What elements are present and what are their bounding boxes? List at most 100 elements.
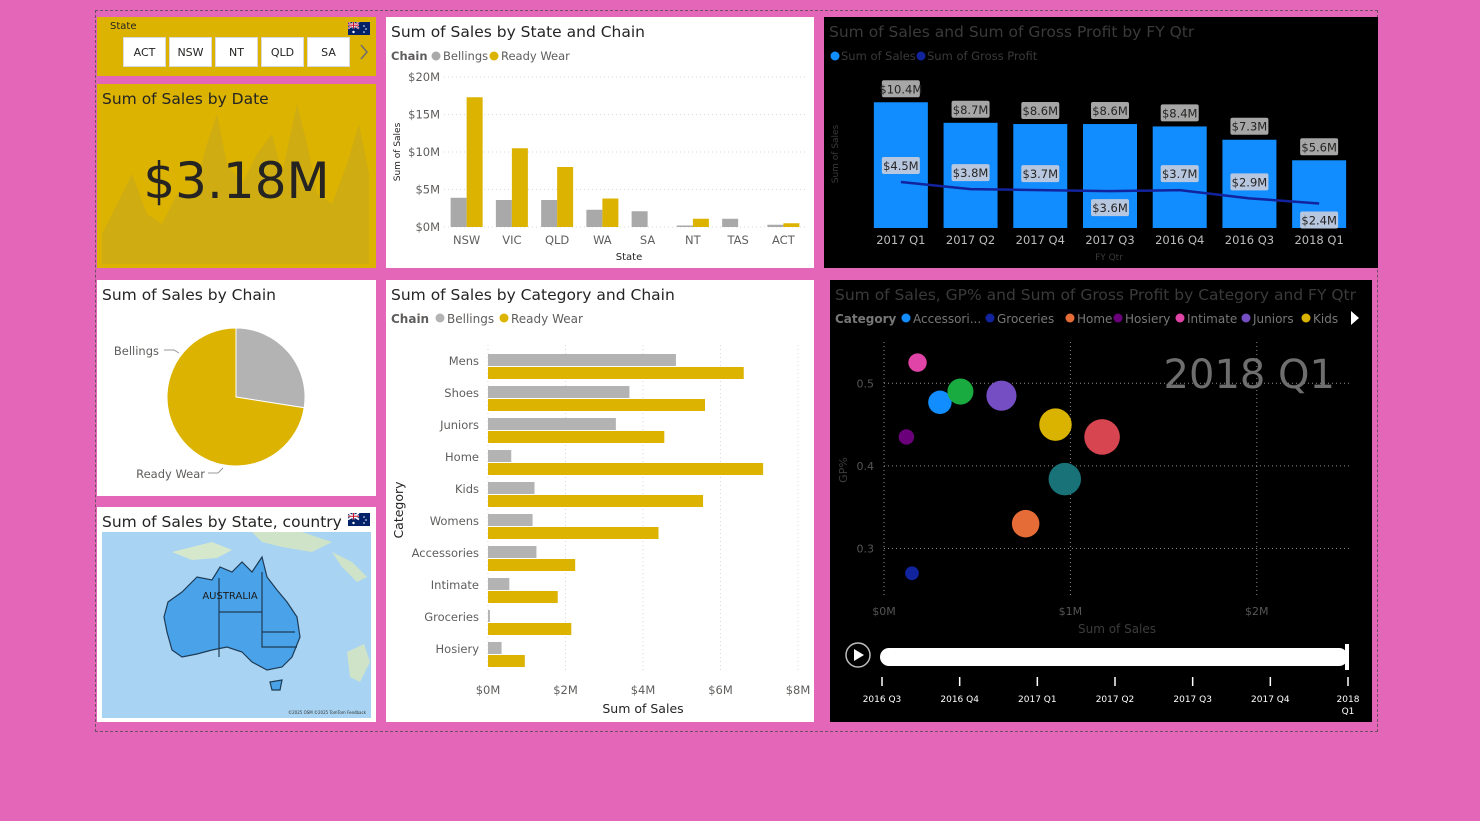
slicer-item-nt[interactable]: NT bbox=[215, 37, 258, 67]
bar-juniors-ready-wear[interactable] bbox=[488, 431, 665, 443]
x-tick-label: NT bbox=[685, 233, 702, 247]
bar-vic-ready-wear[interactable] bbox=[511, 148, 528, 227]
legend-item[interactable]: Bellings bbox=[447, 312, 494, 326]
scatter-point-intimate[interactable] bbox=[908, 353, 927, 372]
bar-mens-ready-wear[interactable] bbox=[488, 367, 744, 379]
x-tick-label: 2016 Q4 bbox=[1155, 233, 1204, 247]
scatter-point-kids[interactable] bbox=[1039, 408, 1072, 441]
bar-wa-ready-wear[interactable] bbox=[602, 198, 619, 228]
legend-item[interactable]: Bellings bbox=[443, 49, 488, 63]
y-tick-label: $20M bbox=[408, 70, 440, 84]
australia-map[interactable]: AUSTRALIA ©2025 OSM ©2025 TomTom Feedbac… bbox=[102, 532, 371, 718]
scatter-point-groceries2[interactable] bbox=[947, 378, 974, 405]
bar-kids-bellings[interactable] bbox=[488, 482, 535, 494]
slicer-item-qld[interactable]: QLD bbox=[261, 37, 304, 67]
bar-juniors-bellings[interactable] bbox=[488, 418, 616, 430]
x-axis-title: FY Qtr bbox=[1095, 253, 1123, 263]
pie-slice-bellings[interactable] bbox=[235, 327, 306, 409]
legend-item[interactable]: Sum of Sales bbox=[841, 49, 916, 63]
bar-home-bellings[interactable] bbox=[488, 450, 512, 462]
bar-shoes-bellings[interactable] bbox=[488, 386, 630, 398]
slicer-item-sa[interactable]: SA bbox=[307, 37, 350, 67]
y-tick-label: 0.5 bbox=[857, 377, 875, 390]
gp-scatter-tile: Sum of Sales, GP% and Sum of Gross Profi… bbox=[830, 280, 1372, 722]
play-axis-track[interactable] bbox=[880, 648, 1348, 666]
bar-qld-bellings[interactable] bbox=[541, 200, 558, 227]
bar-tas-bellings[interactable] bbox=[722, 218, 739, 227]
timeline-label[interactable]: 2016 Q3 bbox=[863, 695, 902, 705]
bar-intimate-ready-wear[interactable] bbox=[488, 591, 558, 603]
y-axis-title: Category bbox=[391, 481, 406, 539]
scatter-point-home2[interactable] bbox=[1011, 509, 1040, 538]
slicer-title: State bbox=[110, 21, 137, 32]
legend-item[interactable]: Ready Wear bbox=[511, 312, 583, 326]
legend-next-icon[interactable] bbox=[1351, 311, 1359, 325]
scatter-point-hosiery[interactable] bbox=[898, 429, 915, 445]
map-attribution: ©2025 OSM ©2025 TomTom Feedback bbox=[288, 710, 367, 715]
bar-nsw-bellings[interactable] bbox=[450, 197, 467, 227]
y-tick-label: Accessories bbox=[412, 546, 479, 560]
bar-accessories-bellings[interactable] bbox=[488, 546, 537, 558]
legend-item[interactable]: Accessori... bbox=[913, 312, 981, 326]
x-tick-label: WA bbox=[593, 233, 612, 247]
legend-item[interactable]: Intimate bbox=[1187, 312, 1237, 326]
bar-intimate-bellings[interactable] bbox=[488, 578, 510, 590]
scatter-point-juniors[interactable] bbox=[986, 380, 1017, 411]
bar-womens-bellings[interactable] bbox=[488, 514, 533, 526]
bar-qld-ready-wear[interactable] bbox=[557, 167, 574, 227]
sales-by-category-chain-tile: Sum of Sales by Category and Chain Chain… bbox=[386, 280, 814, 722]
bar-groceries-bellings[interactable] bbox=[488, 610, 490, 622]
bar-mens-bellings[interactable] bbox=[488, 354, 676, 366]
legend-item[interactable]: Groceries bbox=[997, 312, 1054, 326]
sales-gross-profit-chart: Sum of Sales Sum of Gross Profit $10.4M 201… bbox=[830, 49, 1347, 263]
bar-womens-ready-wear[interactable] bbox=[488, 527, 659, 539]
timeline-label[interactable]: 2018 bbox=[1337, 695, 1360, 705]
legend-marker bbox=[830, 51, 840, 61]
legend-marker bbox=[1301, 313, 1311, 323]
legend-item[interactable]: Juniors bbox=[1252, 312, 1294, 326]
scatter-point-home[interactable] bbox=[1084, 419, 1120, 455]
scatter-point-womens[interactable] bbox=[1048, 462, 1082, 496]
legend-item[interactable]: Ready Wear bbox=[501, 49, 570, 63]
legend-item[interactable]: Kids bbox=[1313, 312, 1338, 326]
legend-marker bbox=[1065, 313, 1075, 323]
timeline-label[interactable]: 2016 Q4 bbox=[940, 695, 979, 705]
sales-by-date-card: Sum of Sales by Date $3.18M bbox=[97, 84, 376, 268]
bar-hosiery-bellings[interactable] bbox=[488, 642, 502, 654]
x-axis-title: Sum of Sales bbox=[1078, 622, 1156, 636]
bar-home-ready-wear[interactable] bbox=[488, 463, 764, 475]
bar-kids-ready-wear[interactable] bbox=[488, 495, 704, 507]
legend-marker bbox=[489, 51, 499, 61]
bar-groceries-ready-wear[interactable] bbox=[488, 623, 572, 635]
legend-marker bbox=[499, 313, 509, 323]
slicer-item-act[interactable]: ACT bbox=[123, 37, 166, 67]
legend-item[interactable]: Hosiery bbox=[1125, 312, 1170, 326]
bar-act-bellings[interactable] bbox=[767, 224, 784, 227]
timeline-label[interactable]: 2017 Q2 bbox=[1096, 695, 1135, 705]
bar-shoes-ready-wear[interactable] bbox=[488, 399, 705, 411]
bar-sa-bellings[interactable] bbox=[631, 211, 648, 227]
y-tick-label: $0M bbox=[415, 220, 440, 234]
data-label: $7.3M bbox=[1232, 120, 1268, 134]
legend-item[interactable]: Home bbox=[1077, 312, 1112, 326]
data-label: $3.8M bbox=[953, 166, 989, 180]
timeline-label[interactable]: 2017 Q1 bbox=[1018, 695, 1057, 705]
scatter-point-groceries[interactable] bbox=[905, 566, 919, 581]
data-label: $10.4M bbox=[879, 82, 922, 96]
play-axis-handle[interactable] bbox=[1345, 644, 1349, 670]
australia-flag-icon bbox=[348, 513, 370, 526]
bar-hosiery-ready-wear[interactable] bbox=[488, 655, 525, 667]
legend-title: Category bbox=[835, 312, 897, 326]
legend-item[interactable]: Sum of Gross Profit bbox=[927, 49, 1038, 63]
bar-nt-ready-wear[interactable] bbox=[692, 218, 709, 227]
bar-accessories-ready-wear[interactable] bbox=[488, 559, 576, 571]
bar-vic-bellings[interactable] bbox=[495, 200, 512, 227]
bar-wa-bellings[interactable] bbox=[586, 209, 603, 227]
bar-nsw-ready-wear[interactable] bbox=[466, 97, 483, 227]
bar-nt-bellings[interactable] bbox=[676, 225, 693, 228]
bar-act-ready-wear[interactable] bbox=[783, 223, 800, 227]
chevron-right-icon[interactable] bbox=[359, 44, 369, 60]
timeline-label[interactable]: 2017 Q3 bbox=[1173, 695, 1212, 705]
timeline-label[interactable]: 2017 Q4 bbox=[1251, 695, 1290, 705]
slicer-item-nsw[interactable]: NSW bbox=[169, 37, 212, 67]
